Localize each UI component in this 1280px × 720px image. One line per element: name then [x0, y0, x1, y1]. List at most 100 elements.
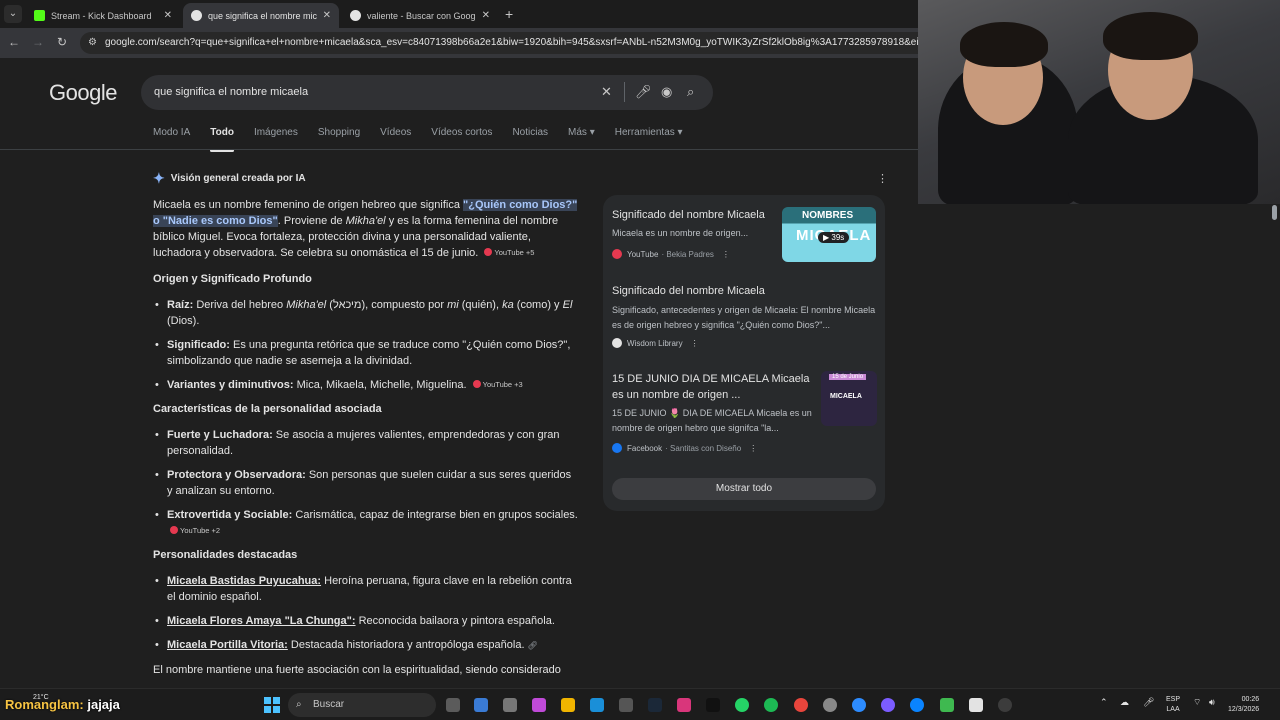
section-heading-personalidad: Características de la personalidad asoci… [153, 403, 382, 415]
store-icon[interactable] [619, 698, 633, 712]
copilot-icon[interactable] [532, 698, 546, 712]
tab-modo-ia[interactable]: Modo IA [153, 127, 190, 149]
app-icon[interactable] [474, 698, 488, 712]
clear-search-icon[interactable]: ✕ [601, 84, 612, 100]
whatsapp-icon[interactable] [735, 698, 749, 712]
text: Carismática, capaz de integrarse bien en… [292, 509, 578, 521]
search-box[interactable]: que significa el nombre micaela ✕ 🎤︎ ◉ ⌕ [141, 75, 713, 110]
highlight-quien-como-dios[interactable]: "¿Quién como Dios?" [463, 199, 578, 211]
close-tab-icon[interactable]: ✕ [164, 10, 172, 21]
time: 00:26 [1241, 696, 1260, 703]
highlight-nadie-es-como-dios[interactable]: o "Nadie es como Dios" [153, 215, 278, 227]
tab-noticias[interactable]: Noticias [512, 127, 548, 149]
label: Variantes y diminutivos: [167, 379, 294, 391]
chevron-down-icon: ▾ [589, 127, 595, 138]
thumb-text: NOMBRES [802, 210, 854, 221]
youtube-icon [170, 526, 178, 534]
close-tab-icon[interactable]: ✕ [323, 10, 331, 21]
source-meta: Wisdom Library ⋮ [612, 338, 699, 348]
person-link[interactable]: Micaela Bastidas Puyucahua: [167, 575, 321, 587]
windows-taskbar: 21°C ⌕ Buscar ⌃ ☁ 🎤︎ ESP LAA ⌔ 🔊︎ 00:26 … [0, 688, 1280, 720]
tab-imagenes[interactable]: Imágenes [254, 127, 298, 149]
app-icon[interactable] [910, 698, 924, 712]
list-item: Variantes y diminutivos: Mica, Mikaela, … [153, 377, 578, 393]
app-icon[interactable] [503, 698, 517, 712]
chat-username: Romanglam: [5, 697, 84, 712]
source-snippet: Significado, antecedentes y origen de Mi… [612, 305, 876, 330]
tab-kick-dashboard[interactable]: Stream - Kick Dashboard ✕ [26, 3, 180, 28]
close-tab-icon[interactable]: ✕ [482, 10, 490, 21]
steam-icon[interactable] [648, 698, 662, 712]
clock[interactable]: 00:26 12/3/2026 [1228, 695, 1259, 715]
tab-google-search-valiente[interactable]: valiente - Buscar con Google ✕ [342, 3, 498, 28]
microphone-icon[interactable]: 🎤︎ [1143, 697, 1154, 708]
show-all-button[interactable]: Mostrar todo [612, 478, 876, 500]
video-thumbnail[interactable]: NOMBRES MICAELA ▶ 39s [782, 207, 876, 262]
search-tabs: Modo IA Todo Imágenes Shopping Vídeos Ví… [153, 127, 683, 152]
list-item: Micaela Bastidas Puyucahua: Heroína peru… [153, 573, 578, 605]
source-title[interactable]: Significado del nombre Micaela [612, 283, 877, 299]
chatgpt-icon[interactable] [998, 698, 1012, 712]
tab-mas[interactable]: Más ▾ [568, 127, 595, 149]
instagram-icon[interactable] [677, 698, 691, 712]
source-title[interactable]: Significado del nombre Micaela [612, 207, 777, 223]
origen-list: Raíz: Deriva del hebreo Mikha'el (מיכאל)… [153, 297, 578, 393]
tab-videos[interactable]: Vídeos [380, 127, 411, 149]
app-icon[interactable] [940, 698, 954, 712]
taskbar-search[interactable]: ⌕ Buscar [288, 693, 436, 717]
link-icon[interactable]: 🔗︎ [528, 641, 538, 650]
tab-shopping[interactable]: Shopping [318, 127, 360, 149]
chip-label: YouTube +2 [180, 526, 221, 535]
scrollbar-thumb[interactable] [1272, 205, 1277, 220]
windows-start-icon[interactable] [264, 697, 280, 713]
google-logo[interactable]: Google [49, 80, 117, 106]
tab-search-button[interactable]: ⌄ [4, 5, 22, 23]
source-chip-youtube[interactable]: YouTube +5 [484, 245, 534, 261]
source-title[interactable]: 15 DE JUNIO DIA DE MICAELA Micaela es un… [612, 371, 817, 403]
text: Micaela es un nombre femenino de origen … [153, 199, 464, 211]
tab-herramientas[interactable]: Herramientas ▾ [615, 127, 683, 149]
tab-todo[interactable]: Todo [210, 127, 234, 152]
source-chip-youtube[interactable]: YouTube +2 [170, 523, 220, 539]
tab-videos-cortos[interactable]: Vídeos cortos [431, 127, 492, 149]
personalidad-list: Fuerte y Luchadora: Se asocia a mujeres … [153, 427, 578, 539]
app-icon[interactable] [823, 698, 837, 712]
file-explorer-icon[interactable] [561, 698, 575, 712]
person-link[interactable]: Micaela Portilla Vitoria: [167, 639, 288, 651]
more-options-icon[interactable]: ⋮ [722, 250, 730, 259]
source-chip-youtube[interactable]: YouTube +3 [472, 377, 523, 393]
search-icon[interactable]: ⌕ [687, 84, 694, 100]
back-arrow-icon[interactable]: ← [6, 35, 22, 49]
edge-icon[interactable] [590, 698, 604, 712]
tab-google-search-micaela[interactable]: que significa el nombre micaela ✕ [183, 3, 339, 28]
volume-icon[interactable]: 🔊︎ [1209, 697, 1215, 708]
forward-arrow-icon[interactable]: → [30, 35, 46, 49]
microphone-icon[interactable]: 🎤︎ [635, 84, 652, 100]
language-indicator[interactable]: ESP LAA [1166, 695, 1180, 715]
chevron-up-icon[interactable]: ⌃ [1100, 697, 1108, 708]
youtube-icon [484, 248, 493, 256]
spotify-icon[interactable] [764, 698, 778, 712]
app-icon[interactable] [881, 698, 895, 712]
tiktok-icon[interactable] [706, 698, 720, 712]
site-info-icon[interactable]: ⚙ [88, 32, 97, 54]
reload-icon[interactable]: ↻ [54, 35, 70, 49]
chrome-icon[interactable] [794, 698, 808, 712]
search-query-text[interactable]: que significa el nombre micaela [154, 86, 308, 98]
zoom-icon[interactable] [852, 698, 866, 712]
more-options-icon[interactable]: ⋮ [691, 339, 699, 348]
image-thumbnail[interactable]: 15 de Junio MICAELA [821, 371, 877, 426]
more-options-icon[interactable]: ⋮ [877, 172, 888, 185]
new-tab-plus-icon[interactable]: + [505, 6, 513, 22]
kick-favicon-icon [34, 10, 45, 21]
wifi-icon[interactable]: ⌔ [1193, 697, 1201, 708]
app-tray-icon[interactable]: ☁ [1120, 697, 1129, 708]
lens-camera-icon[interactable]: ◉ [661, 84, 672, 100]
text: Destacada historiadora y antropóloga esp… [287, 639, 525, 651]
app-icon[interactable] [969, 698, 983, 712]
youtube-icon [472, 380, 481, 388]
webcam-overlay [918, 0, 1280, 204]
person-link[interactable]: Micaela Flores Amaya "La Chunga": [167, 615, 356, 627]
more-options-icon[interactable]: ⋮ [749, 444, 757, 453]
task-view-icon[interactable] [446, 698, 460, 712]
